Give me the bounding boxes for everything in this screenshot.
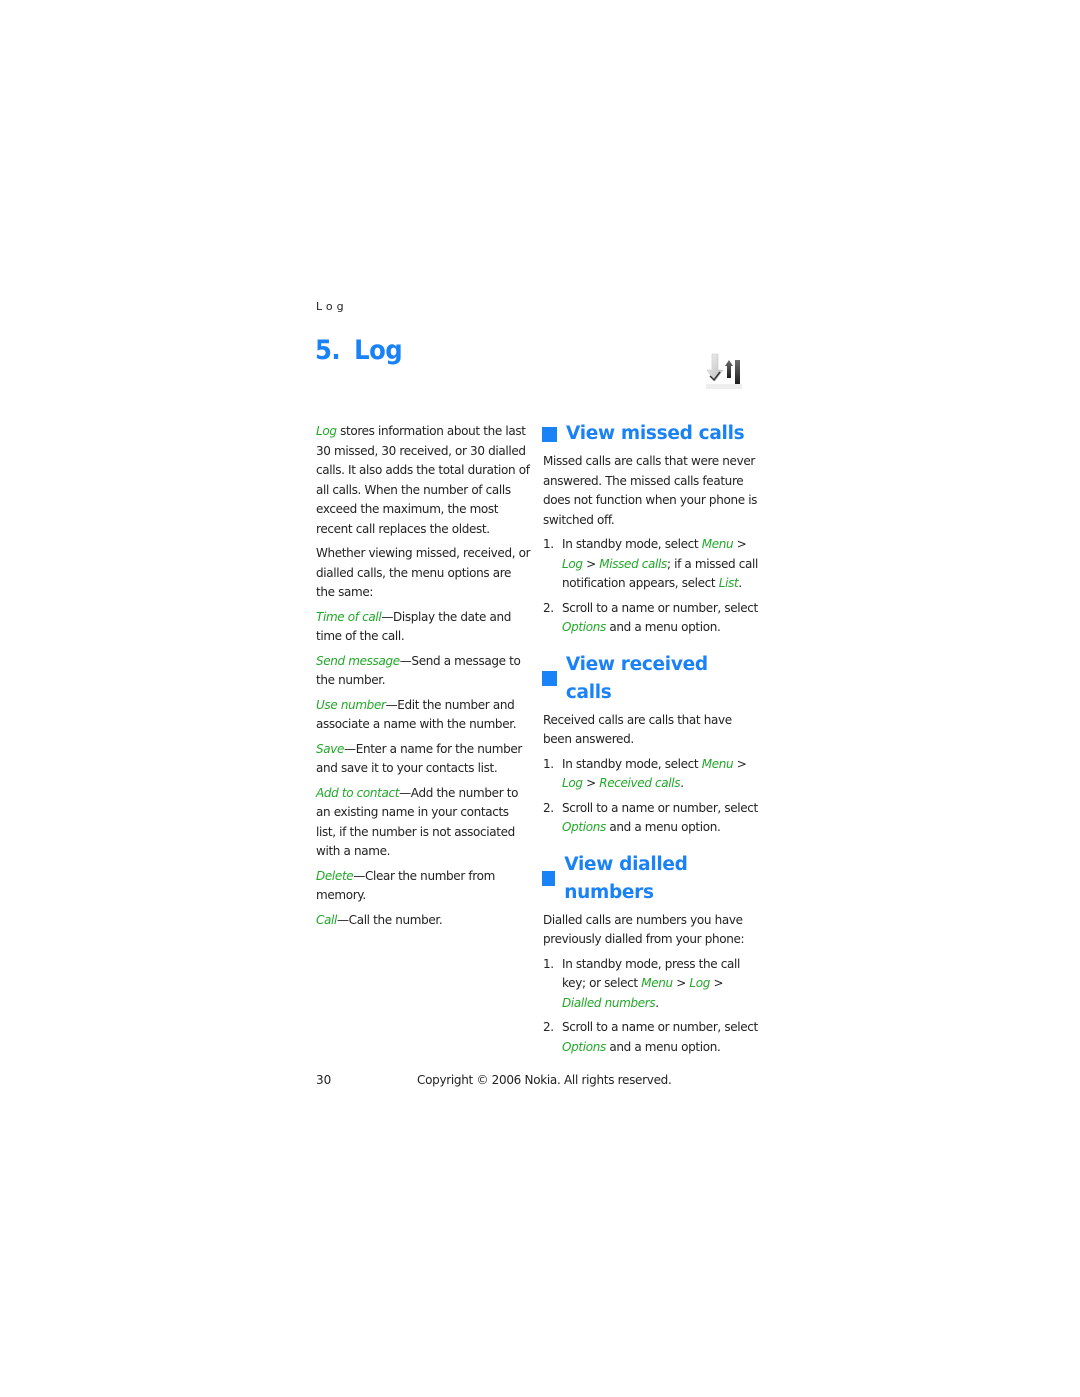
dialled-body: Dialled calls are numbers you have previ…	[543, 912, 745, 947]
left-column: Log stores information about the last 30…	[316, 422, 531, 935]
option-use-number: Use number—Edit the number and associate…	[316, 697, 517, 732]
received-step-1: 1. In standby mode, select Menu > Log > …	[543, 756, 747, 791]
heading-view-received-calls: View received calls	[542, 651, 758, 707]
log-arrows-icon	[704, 350, 744, 392]
section-dialled-numbers: View dialled numbers Dialled calls are n…	[542, 851, 758, 1058]
option-time-of-call: Time of call—Display the date and time o…	[316, 609, 512, 644]
missed-body: Missed calls are calls that were never a…	[543, 454, 758, 527]
chapter-title: 5. Log	[315, 335, 403, 366]
options-intro: Whether viewing missed, received, or dia…	[316, 546, 531, 599]
intro-paragraph: Log stores information about the last 30…	[316, 424, 530, 536]
option-send-message: Send message—Send a message to the numbe…	[316, 653, 521, 688]
option-add-to-contact: Add to contact—Add the number to an exis…	[316, 785, 519, 859]
square-bullet-icon	[542, 871, 556, 886]
option-delete: Delete—Clear the number from memory.	[316, 868, 495, 903]
heading-view-missed-calls: View missed calls	[542, 420, 758, 448]
dialled-step-1: 1. In standby mode, press the call key; …	[543, 956, 740, 1010]
chapter-number: 5.	[315, 335, 341, 366]
option-save: Save—Enter a name for the number and sav…	[316, 741, 522, 776]
square-bullet-icon	[542, 426, 557, 442]
section-received-calls: View received calls Received calls are c…	[542, 651, 758, 838]
square-bullet-icon	[542, 671, 557, 686]
running-head: Log	[316, 300, 348, 313]
received-step-2: 2. Scroll to a name or number, select Op…	[543, 800, 758, 835]
option-call: Call—Call the number.	[316, 912, 443, 927]
section-missed-calls: View missed calls Missed calls are calls…	[542, 420, 758, 638]
received-body: Received calls are calls that have been …	[543, 712, 732, 747]
heading-view-dialled-numbers: View dialled numbers	[542, 851, 758, 907]
right-column: View missed calls Missed calls are calls…	[542, 420, 758, 1070]
missed-step-2: 2. Scroll to a name or number, select Op…	[543, 600, 758, 635]
copyright-notice: Copyright © 2006 Nokia. All rights reser…	[417, 1073, 672, 1087]
log-link: Log	[316, 424, 337, 438]
page-number: 30	[316, 1073, 332, 1087]
missed-step-1: 1. In standby mode, select Menu > Log > …	[543, 537, 758, 590]
chapter-title-text: Log	[354, 335, 403, 366]
dialled-step-2: 2. Scroll to a name or number, select Op…	[543, 1020, 758, 1054]
